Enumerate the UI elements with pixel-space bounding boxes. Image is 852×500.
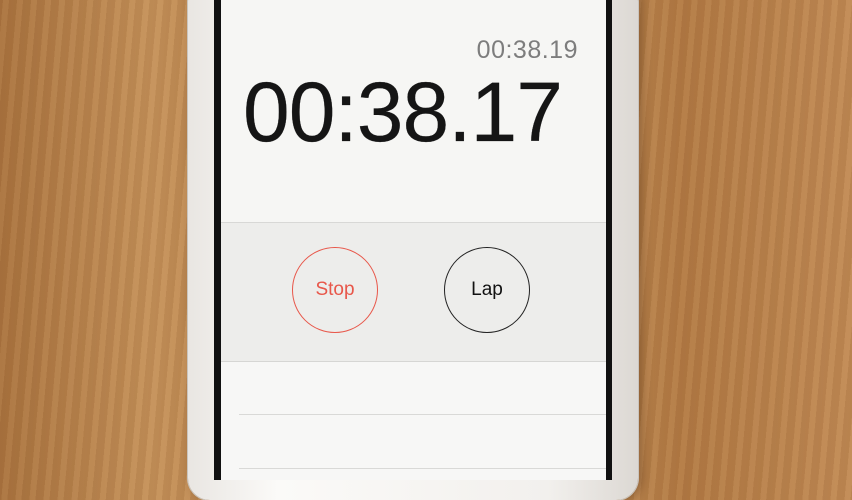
- stop-button[interactable]: Stop: [292, 247, 378, 333]
- stop-button-label: Stop: [315, 279, 355, 300]
- stopwatch-screen: 00:38.19 00:38.17 Stop Lap: [221, 0, 606, 480]
- controls-area: Stop Lap: [221, 223, 606, 362]
- laps-list[interactable]: [221, 362, 606, 480]
- current-lap-time: 00:38.19: [476, 36, 578, 64]
- lap-button[interactable]: Lap: [444, 247, 530, 333]
- lap-row-divider: [239, 468, 606, 469]
- lap-button-label: Lap: [471, 279, 503, 300]
- lap-row-divider: [239, 414, 606, 415]
- main-elapsed-time: 00:38.17: [243, 65, 563, 159]
- time-display-area: 00:38.19 00:38.17: [221, 0, 606, 223]
